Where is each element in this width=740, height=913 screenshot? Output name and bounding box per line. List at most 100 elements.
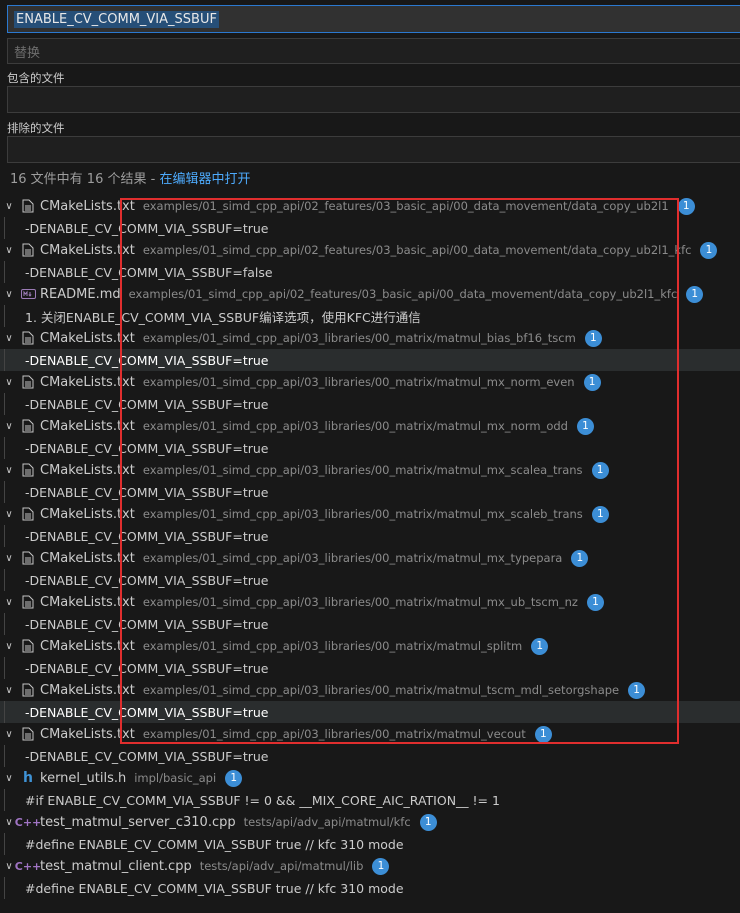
- tree-indent-guide: [4, 657, 5, 679]
- tree-indent-guide: [4, 569, 5, 591]
- match-count-badge: 1: [583, 373, 601, 391]
- result-file-path: examples/01_simd_cpp_api/03_libraries/00…: [142, 463, 583, 477]
- match-count-badge: 1: [419, 813, 437, 831]
- result-file-row[interactable]: ∨ CMakeLists.txt examples/01_simd_cpp_api/…: [0, 591, 740, 613]
- result-match-row[interactable]: #define ENABLE_CV_COMM_VIA_SSBUF true //…: [0, 877, 740, 899]
- open-in-editor-link[interactable]: 在编辑器中打开: [159, 172, 250, 187]
- tree-indent-guide: [4, 305, 5, 327]
- result-file-group: ∨ CMakeLists.txt examples/01_simd_cpp_api/…: [0, 371, 740, 415]
- result-file-row[interactable]: ∨ README.md examples/01_simd_cpp_api/02_fe…: [0, 283, 740, 305]
- result-match-row[interactable]: -DENABLE_CV_COMM_VIA_SSBUF=false: [0, 261, 740, 283]
- match-count-badge: 1: [571, 549, 589, 567]
- result-file-path: examples/01_simd_cpp_api/03_libraries/00…: [142, 683, 620, 697]
- result-match-row[interactable]: #define ENABLE_CV_COMM_VIA_SSBUF true //…: [0, 833, 740, 855]
- result-match-row[interactable]: -DENABLE_CV_COMM_VIA_SSBUF=true: [0, 701, 740, 723]
- file-icon: [19, 683, 37, 697]
- tree-indent-guide: [4, 525, 5, 547]
- result-file-group: ∨ CMakeLists.txt examples/01_simd_cpp_api/…: [0, 415, 740, 459]
- file-icon: [19, 375, 37, 389]
- result-match-text: 1. 关闭ENABLE_CV_COMM_VIA_SSBUF编译选项，使用KFC进…: [25, 309, 421, 325]
- match-count-badge: 1: [700, 241, 718, 259]
- result-file-row[interactable]: ∨ CMakeLists.txt examples/01_simd_cpp_api/…: [0, 327, 740, 349]
- chevron-down-icon[interactable]: ∨: [2, 597, 16, 608]
- result-match-text: -DENABLE_CV_COMM_VIA_SSBUF=true: [25, 352, 269, 368]
- result-file-row[interactable]: ∨ CMakeLists.txt examples/01_simd_cpp_api/…: [0, 635, 740, 657]
- match-count-badge: 1: [586, 593, 604, 611]
- result-file-row[interactable]: ∨ CMakeLists.txt examples/01_simd_cpp_api/…: [0, 415, 740, 437]
- tree-indent-guide: [4, 393, 5, 415]
- result-file-group: ∨ CMakeLists.txt examples/01_simd_cpp_api/…: [0, 679, 740, 723]
- result-match-row[interactable]: -DENABLE_CV_COMM_VIA_SSBUF=true: [0, 525, 740, 547]
- result-file-name: CMakeLists.txt: [40, 242, 135, 258]
- result-file-row[interactable]: ∨ h kernel_utils.h impl/basic_api 1: [0, 767, 740, 789]
- result-file-row[interactable]: ∨ C++ test_matmul_client.cpp tests/api/adv_…: [0, 855, 740, 877]
- result-file-row[interactable]: ∨ CMakeLists.txt examples/01_simd_cpp_api/…: [0, 459, 740, 481]
- result-file-group: ∨ README.md examples/01_simd_cpp_api/02_fe…: [0, 283, 740, 327]
- result-file-name: CMakeLists.txt: [40, 374, 135, 390]
- tree-indent-guide: [4, 613, 5, 635]
- result-file-group: ∨ CMakeLists.txt examples/01_simd_cpp_api/…: [0, 239, 740, 283]
- result-file-group: ∨ CMakeLists.txt examples/01_simd_cpp_api/…: [0, 635, 740, 679]
- result-file-row[interactable]: ∨ CMakeLists.txt examples/01_simd_cpp_api/…: [0, 239, 740, 261]
- result-match-row[interactable]: -DENABLE_CV_COMM_VIA_SSBUF=true: [0, 657, 740, 679]
- result-file-name: CMakeLists.txt: [40, 682, 135, 698]
- tree-indent-guide: [4, 437, 5, 459]
- chevron-down-icon[interactable]: ∨: [2, 685, 16, 696]
- result-file-row[interactable]: ∨ CMakeLists.txt examples/01_simd_cpp_api/…: [0, 547, 740, 569]
- result-file-name: README.md: [40, 286, 121, 302]
- result-match-text: #define ENABLE_CV_COMM_VIA_SSBUF true //…: [25, 880, 404, 896]
- match-count-badge: 1: [534, 725, 552, 743]
- chevron-down-icon[interactable]: ∨: [2, 773, 16, 784]
- chevron-down-icon[interactable]: ∨: [2, 421, 16, 432]
- chevron-down-icon[interactable]: ∨: [2, 641, 16, 652]
- results-tree: ∨ CMakeLists.txt examples/01_simd_cpp_api/…: [0, 195, 740, 899]
- match-count-badge: 1: [686, 285, 704, 303]
- result-file-path: examples/01_simd_cpp_api/03_libraries/00…: [142, 507, 583, 521]
- chevron-down-icon[interactable]: ∨: [2, 245, 16, 256]
- result-match-row[interactable]: -DENABLE_CV_COMM_VIA_SSBUF=true: [0, 481, 740, 503]
- result-file-group: ∨ CMakeLists.txt examples/01_simd_cpp_api/…: [0, 591, 740, 635]
- result-match-text: -DENABLE_CV_COMM_VIA_SSBUF=true: [25, 440, 269, 456]
- result-match-row[interactable]: 1. 关闭ENABLE_CV_COMM_VIA_SSBUF编译选项，使用KFC进…: [0, 305, 740, 327]
- result-file-name: CMakeLists.txt: [40, 462, 135, 478]
- result-file-row[interactable]: ∨ CMakeLists.txt examples/01_simd_cpp_api/…: [0, 723, 740, 745]
- result-match-row[interactable]: -DENABLE_CV_COMM_VIA_SSBUF=true: [0, 393, 740, 415]
- chevron-down-icon[interactable]: ∨: [2, 289, 16, 300]
- result-match-row[interactable]: -DENABLE_CV_COMM_VIA_SSBUF=true: [0, 613, 740, 635]
- chevron-down-icon[interactable]: ∨: [2, 201, 16, 212]
- result-file-row[interactable]: ∨ C++ test_matmul_server_c310.cpp tests/api…: [0, 811, 740, 833]
- result-file-name: CMakeLists.txt: [40, 550, 135, 566]
- result-file-path: examples/01_simd_cpp_api/03_libraries/00…: [142, 331, 576, 345]
- replace-input[interactable]: 替换: [7, 38, 740, 64]
- result-file-row[interactable]: ∨ CMakeLists.txt examples/01_simd_cpp_api/…: [0, 195, 740, 217]
- match-count-badge: 1: [576, 417, 594, 435]
- result-match-row[interactable]: -DENABLE_CV_COMM_VIA_SSBUF=true: [0, 437, 740, 459]
- result-file-path: tests/api/adv_api/matmul/kfc: [243, 815, 411, 829]
- chevron-down-icon[interactable]: ∨: [2, 377, 16, 388]
- match-count-badge: 1: [591, 505, 609, 523]
- result-match-row[interactable]: -DENABLE_CV_COMM_VIA_SSBUF=true: [0, 569, 740, 591]
- include-files-label: 包含的文件: [7, 71, 65, 85]
- exclude-files-input[interactable]: [7, 136, 740, 163]
- result-match-row[interactable]: -DENABLE_CV_COMM_VIA_SSBUF=true: [0, 745, 740, 767]
- search-input[interactable]: ENABLE_CV_COMM_VIA_SSBUF: [7, 5, 740, 33]
- result-file-path: examples/01_simd_cpp_api/03_libraries/00…: [142, 727, 526, 741]
- result-file-row[interactable]: ∨ CMakeLists.txt examples/01_simd_cpp_api/…: [0, 371, 740, 393]
- result-match-row[interactable]: -DENABLE_CV_COMM_VIA_SSBUF=true: [0, 349, 740, 371]
- include-files-input[interactable]: [7, 86, 740, 113]
- chevron-down-icon[interactable]: ∨: [2, 553, 16, 564]
- chevron-down-icon[interactable]: ∨: [2, 509, 16, 520]
- result-match-row[interactable]: #if ENABLE_CV_COMM_VIA_SSBUF != 0 && __M…: [0, 789, 740, 811]
- file-icon: [19, 727, 37, 741]
- match-count-badge: 1: [591, 461, 609, 479]
- chevron-down-icon[interactable]: ∨: [2, 333, 16, 344]
- chevron-down-icon[interactable]: ∨: [2, 729, 16, 740]
- chevron-down-icon[interactable]: ∨: [2, 465, 16, 476]
- result-match-text: -DENABLE_CV_COMM_VIA_SSBUF=true: [25, 704, 269, 720]
- result-file-name: CMakeLists.txt: [40, 726, 135, 742]
- tree-indent-guide: [4, 349, 5, 371]
- result-match-row[interactable]: -DENABLE_CV_COMM_VIA_SSBUF=true: [0, 217, 740, 239]
- result-file-row[interactable]: ∨ CMakeLists.txt examples/01_simd_cpp_api/…: [0, 503, 740, 525]
- result-file-row[interactable]: ∨ CMakeLists.txt examples/01_simd_cpp_api/…: [0, 679, 740, 701]
- match-count-badge: 1: [584, 329, 602, 347]
